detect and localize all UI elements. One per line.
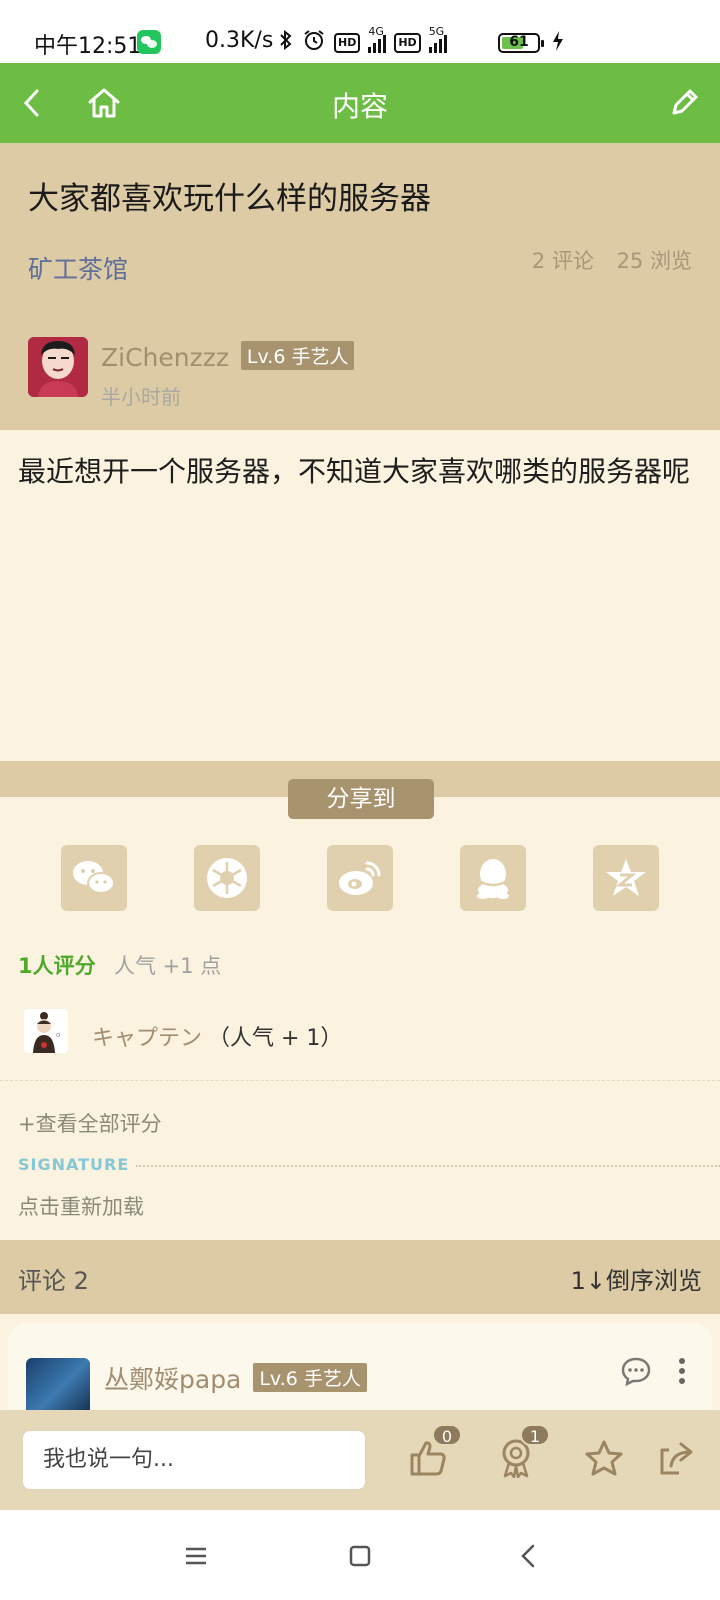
hd-icon: HD (334, 32, 361, 53)
qzone-icon (606, 859, 646, 896)
system-navigation-bar (0, 1510, 720, 1600)
post-time: 半小时前 (101, 385, 181, 409)
author-avatar[interactable] (28, 337, 88, 397)
weibo-icon (339, 861, 381, 895)
chat-bubble-icon (621, 1357, 651, 1387)
rater-points: （人气 + 1） (208, 1026, 343, 1051)
comment-input[interactable]: 我也说一句... (22, 1430, 366, 1490)
forum-link[interactable]: 矿工茶馆 (28, 250, 128, 286)
signature-reload-link[interactable]: 点击重新加载 (18, 1191, 144, 1221)
charging-icon (551, 30, 565, 57)
comments-header: 评论 2 1↓倒序浏览 (0, 1240, 720, 1314)
rate-count: 1 (520, 1424, 550, 1446)
square-icon (349, 1545, 371, 1567)
bottom-action-bar: 我也说一句... 0 1 (0, 1410, 720, 1510)
chevron-left-icon (521, 1544, 535, 1568)
post-header: 大家都喜欢玩什么样的服务器 矿工茶馆 2 评论 25 浏览 ZiChenzzz … (0, 143, 720, 430)
status-bar: 中午12:51 0.3K/s HD 4G HD 5G 61 (0, 0, 720, 63)
share-moments-button[interactable] (194, 845, 260, 911)
rater-avatar[interactable]: o (24, 1009, 68, 1053)
author-name[interactable]: ZiChenzzz Lv.6 手艺人 (101, 341, 355, 372)
signature-divider (136, 1165, 720, 1167)
menu-icon (186, 1547, 206, 1565)
post-stats: 2 评论 25 浏览 (532, 245, 692, 275)
star-icon (585, 1440, 623, 1476)
share-qq-button[interactable] (460, 845, 526, 911)
level-badge: Lv.6 手艺人 (240, 341, 355, 370)
view-count: 25 浏览 (616, 249, 692, 273)
rating-count: 1人评分 (18, 954, 96, 978)
favorite-button[interactable] (576, 1430, 632, 1486)
view-all-ratings-link[interactable]: +查看全部评分 (18, 1108, 162, 1138)
rating-popularity: 人气 +1 点 (114, 954, 222, 978)
comment-card: 丛鄭娞papa Lv.6 手艺人 (8, 1322, 712, 1422)
wechat-icon (73, 861, 115, 894)
wechat-notification-icon (137, 30, 161, 54)
like-count: 0 (432, 1424, 462, 1446)
nav-home-button[interactable] (340, 1538, 380, 1574)
pencil-icon (672, 89, 698, 115)
svg-text:o: o (56, 1031, 60, 1039)
reply-button[interactable] (620, 1356, 652, 1390)
qq-icon (477, 859, 509, 899)
share-wechat-button[interactable] (61, 845, 127, 911)
bluetooth-icon (278, 29, 294, 56)
signal-4g-icon: 4G (368, 25, 387, 53)
comment-count: 2 评论 (531, 249, 594, 273)
commenter-level-badge: Lv.6 手艺人 (253, 1363, 367, 1392)
share-qzone-button[interactable] (593, 845, 659, 911)
app-header: 内容 (0, 63, 720, 143)
edit-button[interactable] (662, 81, 706, 125)
page-title: 内容 (331, 90, 388, 123)
share-icon (660, 1442, 693, 1475)
alarm-icon (302, 28, 326, 57)
comments-count: 评论 2 (18, 1267, 89, 1295)
share-weibo-button[interactable] (327, 845, 393, 911)
more-options-button[interactable] (676, 1356, 688, 1390)
network-speed: 0.3K/s (205, 28, 274, 53)
rate-button[interactable]: 1 (488, 1424, 550, 1486)
signature-label: SIGNATURE (18, 1155, 130, 1174)
commenter-name[interactable]: 丛鄭娞papa Lv.6 手艺人 (104, 1360, 367, 1396)
hd-icon-2: HD (394, 32, 421, 53)
rater-name[interactable]: キャプテン (92, 1020, 202, 1052)
moments-icon (207, 858, 247, 898)
sort-order-button[interactable]: 1↓倒序浏览 (571, 1261, 702, 1296)
status-icons: HD 4G HD 5G (278, 25, 447, 57)
nav-back-button[interactable] (508, 1538, 548, 1574)
post-body: 最近想开一个服务器，不知道大家喜欢哪类的服务器呢 (18, 455, 691, 488)
status-time: 中午12:51 (34, 34, 142, 59)
nav-menu-button[interactable] (176, 1538, 216, 1574)
battery-icon: 61 (498, 33, 544, 53)
more-vertical-icon (679, 1358, 685, 1384)
battery-level: 61 (509, 34, 529, 50)
like-button[interactable]: 0 (400, 1424, 462, 1486)
share-button[interactable] (648, 1430, 704, 1486)
share-label: 分享到 (288, 779, 434, 819)
divider (0, 1080, 720, 1081)
signal-5g-icon: 5G (428, 25, 447, 53)
post-title: 大家都喜欢玩什么样的服务器 (28, 181, 431, 217)
